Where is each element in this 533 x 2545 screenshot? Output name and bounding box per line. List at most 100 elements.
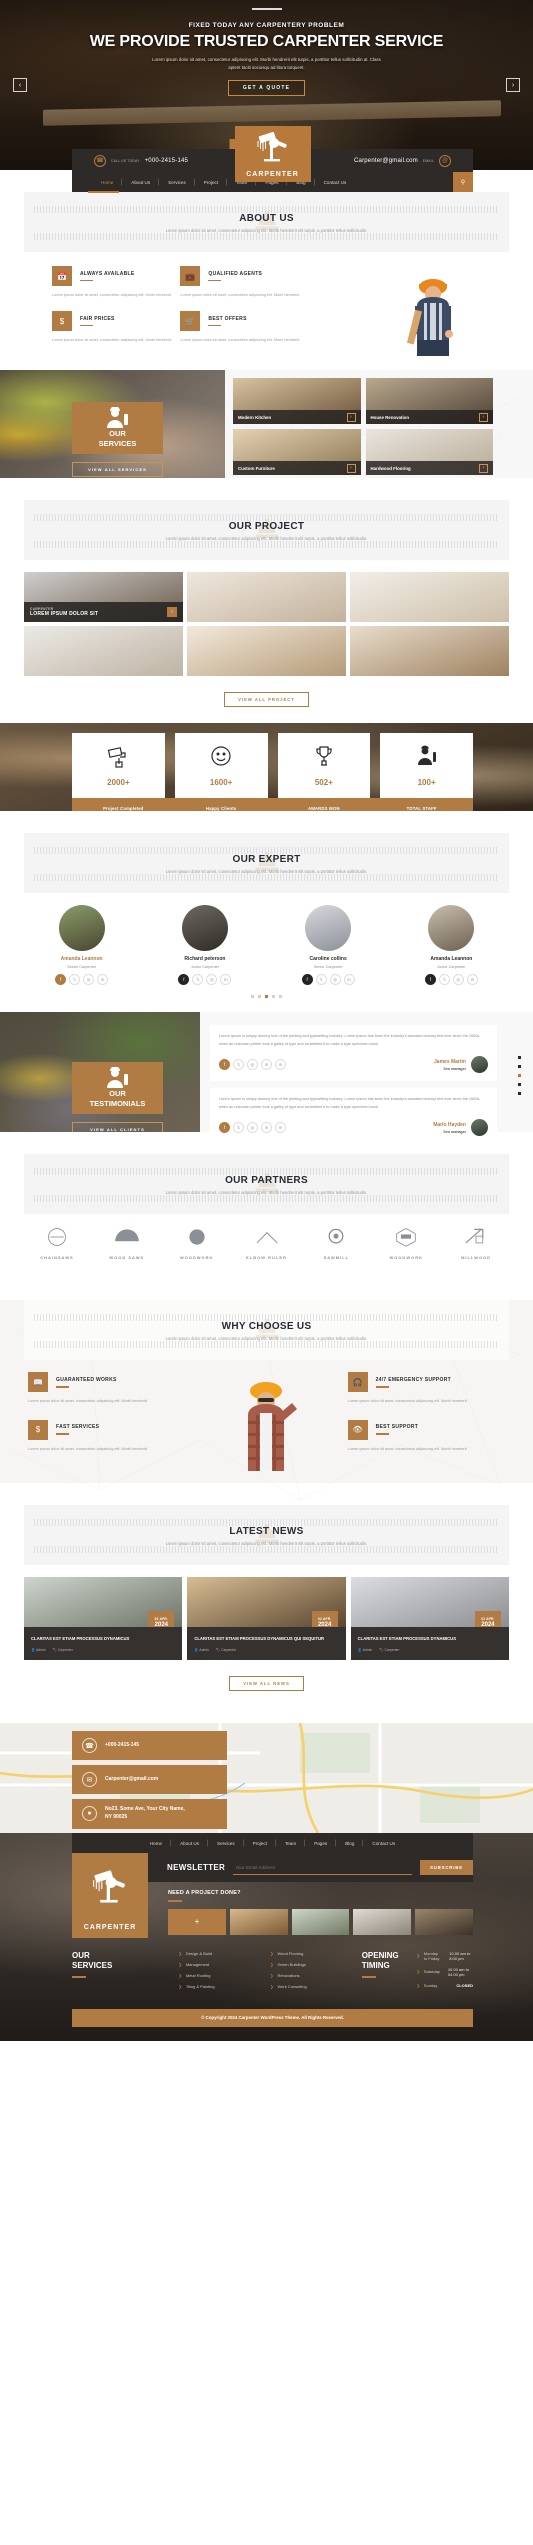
search-icon[interactable]: ⚲: [453, 172, 473, 192]
social-in-icon[interactable]: in: [466, 974, 478, 986]
carousel-dot[interactable]: [265, 995, 268, 999]
footer-logo[interactable]: CARPENTER: [72, 1853, 148, 1939]
service-tile[interactable]: Modern Kitchen ›: [233, 378, 361, 425]
contact-phone[interactable]: ☎ +000-2415-145: [72, 1731, 227, 1761]
carousel-dot[interactable]: [518, 1056, 521, 1060]
nav-item-about-us[interactable]: About Us: [122, 180, 159, 185]
social-in-icon[interactable]: in: [275, 1122, 286, 1134]
partner-logo[interactable]: WOOD SAWS: [94, 1226, 160, 1260]
carousel-dot[interactable]: [272, 995, 275, 999]
partner-logo[interactable]: CHAINSAWS: [24, 1226, 90, 1260]
chevron-right-icon[interactable]: ›: [346, 463, 356, 473]
footer-service-item[interactable]: ❯ Design & Build: [178, 1951, 260, 1956]
map-section[interactable]: ☎ +000-2415-145 ✉ Carpenter@gmail.com ● …: [0, 1723, 533, 1834]
social-f-icon[interactable]: f: [178, 974, 190, 986]
view-all-clients-button[interactable]: VIEW ALL CLIENTS: [72, 1122, 163, 1133]
contact-address[interactable]: ● No23. Some Ave, Your City Name, NY 900…: [72, 1799, 227, 1829]
view-all-project-button[interactable]: VIEW ALL PROJECT: [224, 692, 309, 708]
service-tile[interactable]: House Renovation ›: [365, 378, 493, 425]
social-t-icon[interactable]: 𝕏: [438, 974, 450, 986]
project-card[interactable]: [24, 626, 183, 677]
social-in-icon[interactable]: in: [261, 1122, 272, 1134]
project-card[interactable]: CARPENTER LOREM IPSUM DOLOR SIT ›: [24, 572, 183, 623]
carousel-dot[interactable]: [518, 1065, 521, 1069]
view-all-services-button[interactable]: VIEW ALL SERVICES: [72, 462, 163, 478]
social-t-icon[interactable]: 𝕏: [315, 974, 327, 986]
header-email-block[interactable]: Carpenter@gmail.com EMAIL @: [354, 154, 451, 167]
project-card[interactable]: [349, 626, 509, 677]
contact-email[interactable]: ✉ Carpenter@gmail.com: [72, 1765, 227, 1795]
gallery-thumb[interactable]: [353, 1908, 412, 1935]
social-f-icon[interactable]: f: [424, 974, 436, 986]
footer-nav-item-blog[interactable]: Blog: [336, 1841, 363, 1846]
social-i-icon[interactable]: ◎: [329, 974, 341, 986]
carousel-dot[interactable]: [518, 1074, 521, 1078]
partner-logo[interactable]: WOODWORK: [164, 1226, 230, 1260]
social-i-icon[interactable]: ◎: [247, 1059, 258, 1071]
footer-nav-item-pages[interactable]: Pages: [305, 1841, 336, 1846]
footer-nav-item-services[interactable]: Services: [208, 1841, 244, 1846]
news-card[interactable]: 02 APR. 2024 CLARITAS EST ETIAM PROCESSUS …: [187, 1577, 346, 1661]
site-logo[interactable]: CARPENTER: [234, 126, 311, 182]
news-card[interactable]: 02 APR. 2024 CLARITAS EST ETIAM PROCESSUS …: [24, 1577, 183, 1661]
partner-logo[interactable]: MILLWOOD: [443, 1226, 509, 1260]
service-tile[interactable]: Custom Furniture ›: [233, 429, 361, 476]
social-t-icon[interactable]: 𝕏: [69, 974, 81, 986]
gallery-thumb[interactable]: [291, 1908, 350, 1935]
social-i-icon[interactable]: ◎: [83, 974, 95, 986]
carousel-dot[interactable]: [518, 1092, 521, 1096]
chevron-right-icon[interactable]: ›: [479, 412, 488, 422]
social-in-icon[interactable]: in: [275, 1059, 286, 1071]
team-carousel-dots[interactable]: [0, 985, 533, 1012]
gallery-thumb[interactable]: [415, 1908, 473, 1935]
service-tile[interactable]: Hardwood Flooring ›: [365, 429, 493, 476]
carousel-dot[interactable]: [251, 995, 254, 999]
hero-prev-button[interactable]: ‹: [13, 78, 27, 92]
hero-quote-button[interactable]: GET A QUOTE: [227, 79, 306, 96]
social-t-icon[interactable]: 𝕏: [233, 1059, 244, 1071]
gallery-thumb[interactable]: [229, 1908, 288, 1935]
nav-item-contact-us[interactable]: Contact Us: [315, 180, 356, 185]
chevron-right-icon[interactable]: ›: [166, 607, 177, 618]
social-f-icon[interactable]: f: [301, 974, 313, 986]
news-card[interactable]: 02 APR. 2024 CLARITAS EST ETIAM PROCESSUS …: [350, 1577, 509, 1661]
social-f-icon[interactable]: f: [55, 974, 67, 986]
social-f-icon[interactable]: f: [219, 1122, 230, 1134]
header-phone-block[interactable]: ☎ CALL US TODAY +000-2415-145: [94, 154, 188, 167]
social-i-icon[interactable]: ◎: [206, 974, 218, 986]
footer-nav-item-contact-us[interactable]: Contact Us: [363, 1841, 404, 1846]
project-card[interactable]: [186, 572, 346, 623]
footer-service-item[interactable]: ❯ Renovations: [270, 1973, 352, 1978]
partner-logo[interactable]: SAWMILL: [303, 1226, 369, 1260]
project-card[interactable]: [349, 572, 509, 623]
carousel-dot[interactable]: [279, 995, 282, 999]
nav-item-project[interactable]: Project: [195, 180, 227, 185]
footer-service-item[interactable]: ❯ Wood Flooring: [270, 1951, 352, 1956]
newsletter-email-input[interactable]: [233, 1860, 412, 1875]
chevron-right-icon[interactable]: ›: [346, 412, 356, 422]
footer-service-item[interactable]: ❯ Management: [178, 1962, 260, 1967]
social-in-icon[interactable]: in: [343, 974, 355, 986]
footer-service-item[interactable]: ❯ Green Buildings: [270, 1962, 352, 1967]
footer-nav-item-about-us[interactable]: About Us: [171, 1841, 208, 1846]
social-f-icon[interactable]: f: [219, 1059, 230, 1071]
view-all-news-button[interactable]: VIEW ALL NEWS: [229, 1676, 304, 1692]
footer-service-item[interactable]: ❯ Metal Roofing: [178, 1973, 260, 1978]
footer-nav-item-home[interactable]: Home: [141, 1841, 171, 1846]
carousel-dot[interactable]: [518, 1083, 521, 1087]
footer-nav-item-project[interactable]: Project: [244, 1841, 276, 1846]
social-t-icon[interactable]: 𝕏: [233, 1122, 244, 1134]
social-in-icon[interactable]: in: [220, 974, 232, 986]
social-in-icon[interactable]: in: [97, 974, 109, 986]
footer-service-item[interactable]: ❯ Tiling & Painting: [178, 1984, 260, 1989]
partner-logo[interactable]: WOODWORK: [373, 1226, 439, 1260]
social-i-icon[interactable]: ◎: [247, 1122, 258, 1134]
project-card[interactable]: [186, 626, 346, 677]
social-in-icon[interactable]: in: [261, 1059, 272, 1071]
carousel-dot[interactable]: [258, 995, 261, 999]
subscribe-button[interactable]: SUBSCRIBE: [419, 1860, 473, 1876]
footer-service-item[interactable]: ❯ Work Consulting: [270, 1984, 352, 1989]
hero-next-button[interactable]: ›: [506, 78, 520, 92]
chevron-right-icon[interactable]: ›: [479, 463, 488, 473]
nav-item-services[interactable]: Services: [159, 180, 195, 185]
